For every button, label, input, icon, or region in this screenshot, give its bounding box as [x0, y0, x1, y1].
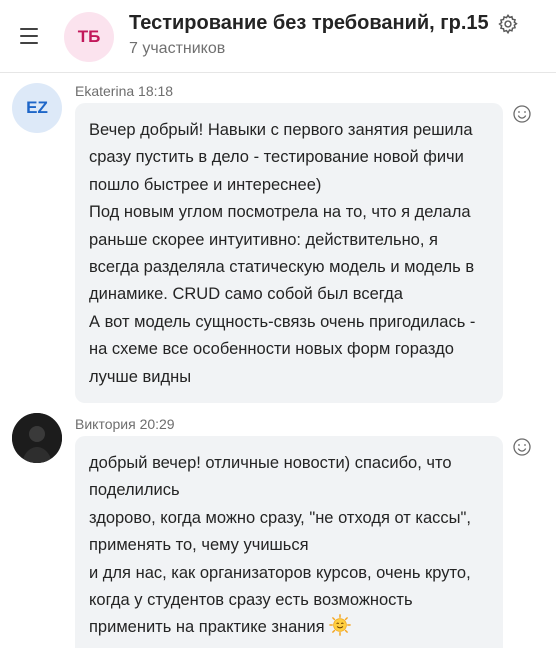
participants-count[interactable]: 7 участников [129, 40, 225, 58]
message-bubble[interactable]: Вечер добрый! Навыки с первого занятия р… [75, 103, 503, 404]
avatar[interactable] [12, 413, 62, 463]
sun-smile-emoji [329, 614, 351, 637]
avatar[interactable]: EZ [12, 83, 62, 133]
chat-title[interactable]: Тестирование без требований, гр.15 [129, 12, 489, 35]
message-line: Вечер добрый! Навыки с первого занятия р… [89, 121, 473, 194]
message-line: Под новым углом посмотрела на то, что я … [89, 203, 475, 304]
chat-header: ТБ Тестирование без требований, гр.15 7 … [0, 0, 556, 73]
message-meta: Виктория 20:29 [75, 416, 175, 432]
group-avatar[interactable]: ТБ [64, 12, 114, 62]
message-line: и для нас, как организаторов курсов, оче… [89, 563, 471, 637]
gear-icon[interactable] [497, 13, 519, 35]
title-row: Тестирование без требований, гр.15 [129, 12, 519, 35]
hamburger-menu-icon[interactable] [20, 25, 44, 47]
user-photo-icon [12, 413, 62, 463]
message-time: 18:18 [138, 83, 174, 99]
message-meta: Ekaterina 18:18 [75, 83, 173, 99]
message-line: здорово, когда можно сразу, "не отходя о… [89, 508, 471, 555]
message-line: добрый вечер! отличные новости) спасибо,… [89, 454, 452, 500]
author-name: Ekaterina [75, 83, 135, 99]
author-name: Виктория [75, 416, 136, 432]
message-bubble[interactable]: добрый вечер! отличные новости) спасибо,… [75, 436, 503, 648]
message-time: 20:29 [139, 416, 175, 432]
message-line: А вот модель сущность-связь очень пригод… [89, 312, 476, 386]
message-line-with-emoji: и для нас, как организаторов курсов, оче… [89, 560, 491, 642]
smiley-reaction-icon[interactable] [512, 104, 532, 124]
smiley-reaction-icon[interactable] [512, 437, 532, 457]
